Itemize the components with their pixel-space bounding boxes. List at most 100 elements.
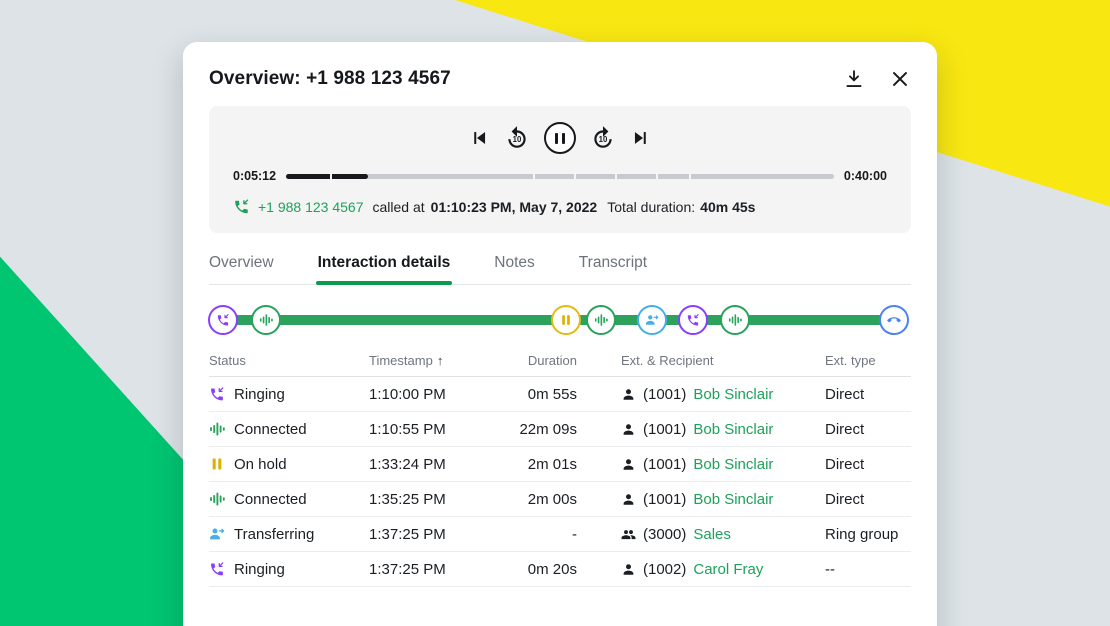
pause-icon <box>555 133 558 144</box>
status-cell: On hold <box>209 456 369 473</box>
waveform-icon <box>259 313 273 327</box>
total-duration-value: 40m 45s <box>700 199 755 215</box>
phone-incoming-icon <box>216 313 230 327</box>
ring-group-icon <box>621 527 636 542</box>
close-button[interactable] <box>889 68 911 90</box>
duration-cell: 2m 00s <box>519 491 621 508</box>
duration-cell: 22m 09s <box>519 421 621 438</box>
download-icon <box>843 68 865 90</box>
table-row: On hold 1:33:24 PM 2m 01s (1001)Bob Sinc… <box>209 447 911 482</box>
skip-previous-button[interactable] <box>468 127 490 149</box>
call-timeline <box>209 303 911 337</box>
timeline-event-connected-2[interactable] <box>586 305 616 335</box>
ext-type-cell: Direct <box>825 491 911 508</box>
hangup-icon <box>887 313 901 327</box>
tab-transcript[interactable]: Transcript <box>579 254 647 272</box>
extension-number: (1002) <box>643 561 686 578</box>
transfer-icon <box>645 313 659 327</box>
status-cell: Ringing <box>209 386 369 403</box>
interaction-table: Status Timestamp↑ Duration Ext. & Recipi… <box>209 345 911 587</box>
transferring-icon <box>209 526 225 542</box>
segment-tick <box>574 174 576 179</box>
tab-notes[interactable]: Notes <box>494 254 535 272</box>
recipient-name[interactable]: Bob Sinclair <box>693 491 773 508</box>
waveform-icon <box>594 313 608 327</box>
header-status: Status <box>209 353 369 368</box>
status-cell: Transferring <box>209 526 369 543</box>
timeline-event-transferring[interactable] <box>637 305 667 335</box>
seek-bar[interactable] <box>286 174 834 179</box>
timeline-event-ringing-2[interactable] <box>678 305 708 335</box>
extension-number: (1001) <box>643 421 686 438</box>
extension-number: (1001) <box>643 386 686 403</box>
timeline-event-connected-3[interactable] <box>720 305 750 335</box>
ext-type-cell: Direct <box>825 456 911 473</box>
segment-tick <box>656 174 658 179</box>
connected-icon <box>209 491 225 507</box>
duration-cell: - <box>519 526 621 543</box>
call-info-line: +1 988 123 4567 called at 01:10:23 PM, M… <box>233 198 887 215</box>
incoming-call-icon <box>233 198 250 215</box>
segment-tick <box>533 174 535 179</box>
seek-bar-fill <box>286 174 368 179</box>
recipient-name[interactable]: Sales <box>693 526 731 543</box>
modal-header: Overview: +1 988 123 4567 <box>209 42 911 90</box>
call-number[interactable]: +1 988 123 4567 <box>258 199 364 215</box>
pause-icon <box>559 313 573 327</box>
timestamp-cell: 1:37:25 PM <box>369 526 519 543</box>
timestamp-cell: 1:35:25 PM <box>369 491 519 508</box>
progress-row: 0:05:12 0:40:00 <box>233 169 887 183</box>
recipient-name[interactable]: Carol Fray <box>693 561 763 578</box>
tab-overview[interactable]: Overview <box>209 254 274 272</box>
table-row: Ringing 1:37:25 PM 0m 20s (1002)Carol Fr… <box>209 552 911 587</box>
header-timestamp[interactable]: Timestamp↑ <box>369 353 519 368</box>
person-icon <box>621 492 636 507</box>
pause-button[interactable] <box>544 122 576 154</box>
status-label: Connected <box>234 491 307 508</box>
status-label: On hold <box>234 456 287 473</box>
elapsed-time: 0:05:12 <box>233 169 276 183</box>
phone-incoming-icon <box>686 313 700 327</box>
extension-number: (1001) <box>643 491 686 508</box>
rewind-10-icon <box>504 125 530 151</box>
close-icon <box>889 68 911 90</box>
person-icon <box>621 422 636 437</box>
rewind-10-button[interactable] <box>504 125 530 151</box>
forward-10-button[interactable] <box>590 125 616 151</box>
total-time: 0:40:00 <box>844 169 887 183</box>
person-icon <box>621 387 636 402</box>
recipient-name[interactable]: Bob Sinclair <box>693 421 773 438</box>
total-duration-label: Total duration: <box>607 199 695 215</box>
skip-next-button[interactable] <box>630 127 652 149</box>
header-duration: Duration <box>519 353 621 368</box>
player-controls <box>233 122 887 154</box>
modal-title: Overview: +1 988 123 4567 <box>209 68 451 90</box>
recipient-name[interactable]: Bob Sinclair <box>693 386 773 403</box>
status-label: Ringing <box>234 386 285 403</box>
called-at-value: 01:10:23 PM, May 7, 2022 <box>431 199 598 215</box>
recipient-name[interactable]: Bob Sinclair <box>693 456 773 473</box>
segment-tick <box>689 174 691 179</box>
status-label: Ringing <box>234 561 285 578</box>
waveform-icon <box>728 313 742 327</box>
ext-type-cell: -- <box>825 561 911 578</box>
timeline-event-call-end[interactable] <box>879 305 909 335</box>
duration-cell: 2m 01s <box>519 456 621 473</box>
duration-cell: 0m 55s <box>519 386 621 403</box>
ringing-icon <box>209 561 225 577</box>
call-overview-modal: Overview: +1 988 123 4567 0:05:12 <box>183 42 937 626</box>
download-button[interactable] <box>843 68 865 90</box>
recipient-cell: (1001)Bob Sinclair <box>621 456 825 473</box>
timeline-event-ringing-1[interactable] <box>208 305 238 335</box>
sort-ascending-icon[interactable]: ↑ <box>437 353 444 368</box>
audio-player: 0:05:12 0:40:00 +1 988 123 4567 called a… <box>209 106 911 233</box>
tab-interaction-details[interactable]: Interaction details <box>318 254 451 272</box>
timeline-event-connected-1[interactable] <box>251 305 281 335</box>
ringing-icon <box>209 386 225 402</box>
recipient-cell: (1001) Bob Sinclair <box>621 386 825 403</box>
recipient-cell: (1002) Carol Fray <box>621 561 825 578</box>
timeline-event-on-hold[interactable] <box>551 305 581 335</box>
segment-tick <box>330 174 332 179</box>
table-header-row: Status Timestamp↑ Duration Ext. & Recipi… <box>209 345 911 377</box>
skip-next-icon <box>630 127 652 149</box>
